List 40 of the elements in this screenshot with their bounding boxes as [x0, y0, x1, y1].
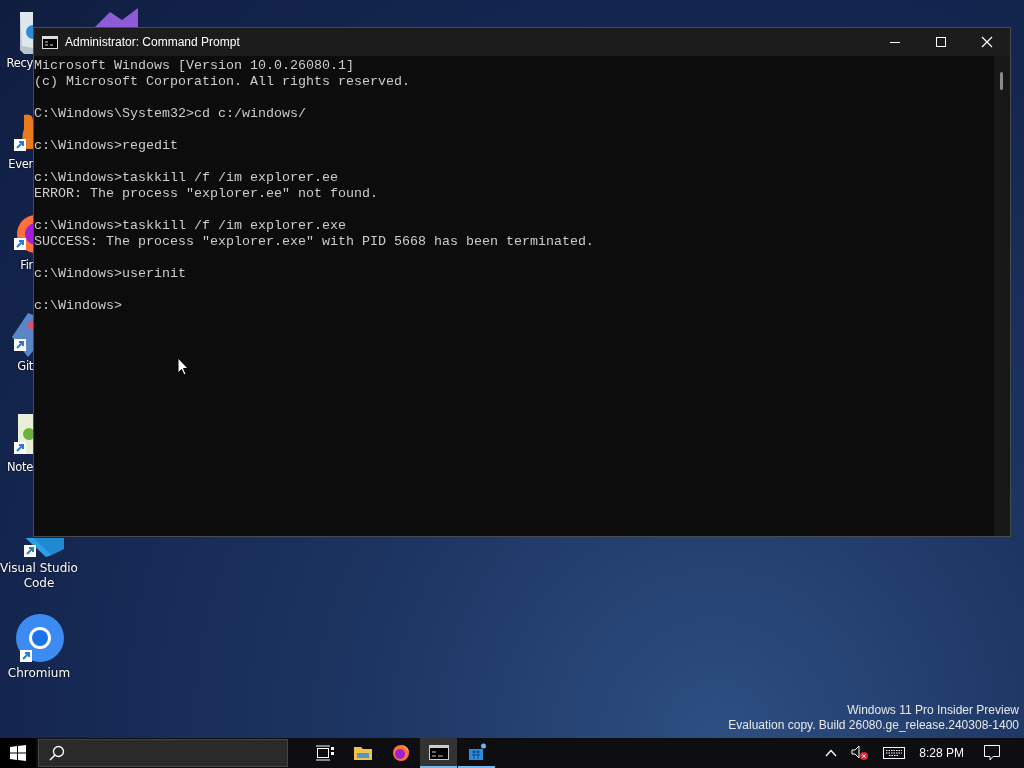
icon-label: Note — [6, 460, 33, 475]
start-button[interactable] — [0, 738, 36, 768]
console-icon — [428, 744, 449, 760]
windows-logo-icon — [10, 745, 26, 761]
icon-label: Visual Studio Code — [0, 561, 78, 591]
icon-label: Recy — [6, 56, 33, 71]
console-line: ERROR: The process "explorer.ee" not found. — [34, 186, 379, 202]
console-line: c:\Windows>taskkill /f /im explorer.exe — [34, 218, 347, 234]
close-icon — [981, 36, 993, 48]
search-field[interactable] — [38, 739, 288, 767]
chromium-icon[interactable] — [14, 614, 64, 664]
console-icon — [42, 35, 58, 49]
console-line: c:\Windows> — [34, 298, 123, 314]
console-line: c:\Windows>userinit — [34, 266, 187, 282]
console-line: SUCCESS: The process "explorer.exe" with PID 5668 has been terminated. — [34, 234, 595, 250]
icon-label: Git — [17, 359, 33, 374]
notifications-icon[interactable] — [984, 745, 1000, 761]
search-icon — [49, 745, 65, 761]
taskbar-app-button[interactable] — [420, 738, 457, 768]
icon-label: Chromium — [7, 666, 71, 681]
task-view-icon — [315, 745, 334, 761]
chevron-up-icon[interactable] — [825, 749, 838, 757]
maximize-icon — [935, 36, 947, 48]
console-line: c:\Windows>taskkill /f /im explorer.ee — [34, 170, 339, 186]
window-title: Administrator: Command Prompt — [65, 35, 240, 49]
console-line: (c) Microsoft Corporation. All rights reserved. — [34, 74, 411, 90]
store-icon — [467, 743, 486, 761]
watermark-text: Windows 11 Pro Insider Preview — [847, 703, 1019, 718]
folder-icon — [353, 745, 372, 761]
clock[interactable]: 8:28 PM — [919, 746, 964, 760]
icon-label: Ever — [8, 157, 33, 172]
watermark-text: Evaluation copy. Build 26080.ge_release.240308-1400 — [728, 718, 1019, 733]
mouse-pointer-icon — [177, 357, 189, 376]
console-line: c:\Windows>regedit — [34, 138, 179, 154]
icon-label: Fir — [20, 258, 33, 273]
speaker-icon[interactable] — [851, 745, 870, 761]
console-line: Microsoft Windows [Version 10.0.26080.1] — [34, 58, 355, 74]
scrollbar[interactable] — [994, 56, 1010, 536]
console-line: C:\Windows\System32>cd c:/windows/ — [34, 106, 307, 122]
keyboard-icon[interactable] — [883, 747, 906, 759]
